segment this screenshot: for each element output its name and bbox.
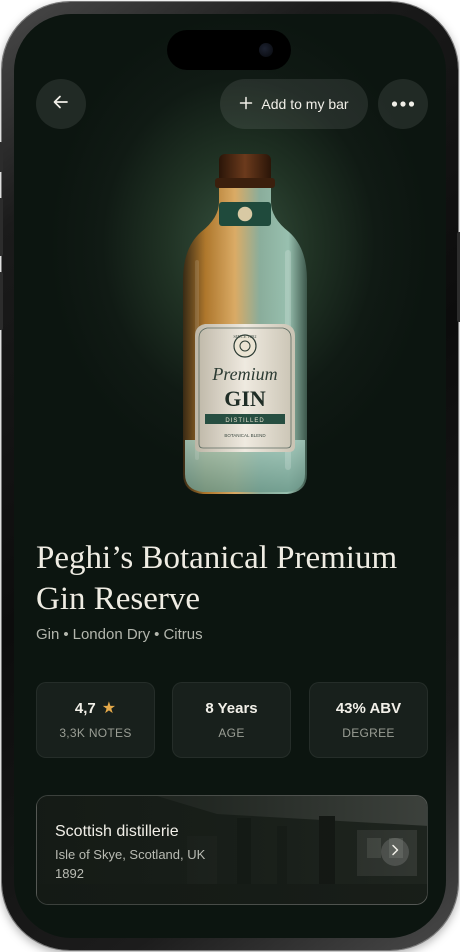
- distillery-open-button[interactable]: [381, 838, 409, 866]
- dynamic-island: [167, 30, 291, 70]
- distillery-location: Isle of Skye, Scotland, UK: [55, 847, 206, 862]
- silent-switch: [0, 142, 3, 172]
- rating-notes-label: 3,3K NOTES: [59, 726, 132, 740]
- rating-value: 4,7: [74, 700, 96, 717]
- more-horizontal-icon: [391, 95, 415, 113]
- distillery-title: Scottish distillerie: [55, 823, 179, 840]
- volume-up-button: [0, 198, 3, 256]
- stat-degree: 43% ABV DEGREE: [309, 682, 428, 758]
- chevron-right-icon: [390, 843, 400, 861]
- plus-icon: [239, 95, 253, 113]
- product-title: Peghi’s Botanical Premium Gin Reserve: [36, 540, 398, 617]
- svg-text:Premium: Premium: [211, 364, 277, 384]
- add-to-bar-label: Add to my bar: [261, 96, 349, 112]
- product-image: SINCE 1892 Premium GIN DISTILLED BOTANIC…: [159, 140, 309, 510]
- svg-text:DISTILLED: DISTILLED: [225, 418, 264, 424]
- product-tags: Gin • London Dry • Citrus: [36, 626, 203, 643]
- camera-icon: [259, 43, 273, 57]
- tag-london-dry: London Dry: [72, 626, 151, 643]
- tag-separator: •: [63, 626, 69, 643]
- volume-down-button: [0, 272, 3, 330]
- svg-text:SINCE 1892: SINCE 1892: [233, 334, 256, 339]
- svg-text:GIN: GIN: [224, 386, 266, 411]
- stat-age: 8 Years AGE: [172, 682, 291, 758]
- star-icon: ★: [101, 699, 117, 717]
- tag-gin: Gin: [36, 626, 60, 643]
- stat-rating[interactable]: 4,7 ★ 3,3K NOTES: [36, 682, 155, 758]
- distillery-year: 1892: [55, 866, 84, 881]
- tag-citrus: Citrus: [163, 626, 203, 643]
- add-to-bar-button[interactable]: Add to my bar: [220, 79, 368, 129]
- degree-label: DEGREE: [342, 726, 395, 740]
- stat-rating-value-row: 4,7 ★: [75, 700, 116, 717]
- distillery-card[interactable]: Scottish distillerie Isle of Skye, Scotl…: [36, 795, 428, 905]
- phone-frame: Add to my bar SINCE 1892 Premium GIN DIS…: [0, 2, 460, 950]
- arrow-left-icon: [51, 92, 71, 117]
- tag-separator: •: [154, 626, 160, 643]
- age-label: AGE: [218, 726, 245, 740]
- app-screen: Add to my bar SINCE 1892 Premium GIN DIS…: [14, 14, 446, 938]
- back-button[interactable]: [36, 79, 86, 129]
- age-value: 8 Years: [205, 700, 258, 717]
- more-options-button[interactable]: [378, 79, 428, 129]
- degree-value: 43% ABV: [335, 700, 402, 717]
- svg-text:BOTANICAL BLEND: BOTANICAL BLEND: [224, 433, 266, 438]
